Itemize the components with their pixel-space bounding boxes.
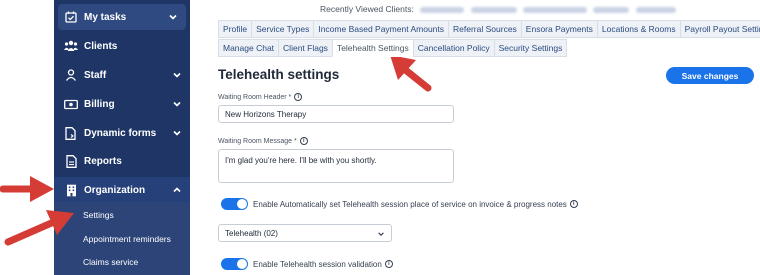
- sidebar-item-label: Dynamic forms: [84, 127, 157, 139]
- tab-income-based-payment-amounts[interactable]: Income Based Payment Amounts: [313, 20, 449, 38]
- annotation-arrow-organization: [0, 176, 54, 202]
- annotation-arrow-settings: [4, 210, 74, 246]
- chevron-down-icon: [378, 232, 384, 236]
- tab-locations-rooms[interactable]: Locations & Rooms: [596, 20, 680, 38]
- field-label: Waiting Room Header *: [218, 93, 292, 101]
- tab-manage-chat[interactable]: Manage Chat: [218, 39, 279, 57]
- waiting-room-header-input[interactable]: New Horizons Therapy: [218, 105, 454, 123]
- recent-client-link[interactable]: [593, 6, 630, 13]
- settings-tabs-row-2: Manage Chat Client Flags Telehealth Sett…: [218, 39, 568, 57]
- waiting-room-header-label: Waiting Room Header * i: [218, 93, 303, 101]
- sidebar-item-label: Organization: [84, 184, 146, 196]
- billing-icon: [64, 97, 78, 111]
- dynamic-forms-icon: [64, 126, 78, 140]
- toggle-knob: [237, 259, 247, 269]
- info-icon[interactable]: i: [294, 93, 303, 101]
- users-icon: [64, 39, 78, 53]
- submenu-item-appointment-reminders[interactable]: Appointment reminders: [83, 234, 171, 244]
- recent-client-link[interactable]: [420, 6, 465, 13]
- session-validation-row: Enable Telehealth session validation i: [221, 258, 393, 270]
- tab-ensora-payments[interactable]: Ensora Payments: [520, 20, 597, 38]
- tab-profile[interactable]: Profile: [218, 20, 252, 38]
- session-validation-toggle[interactable]: [221, 258, 248, 270]
- toggle-label: Enable Telehealth session validation: [253, 259, 382, 269]
- select-value: Telehealth (02): [225, 228, 278, 238]
- auto-place-of-service-toggle[interactable]: [221, 198, 248, 210]
- tab-service-types[interactable]: Service Types: [251, 20, 314, 38]
- tab-telehealth-settings[interactable]: Telehealth Settings: [331, 39, 413, 57]
- tab-payroll-payout-settings[interactable]: Payroll Payout Settings: [679, 20, 760, 38]
- submenu-item-claims-service[interactable]: Claims service: [83, 257, 138, 267]
- sidebar-item-label: My tasks: [84, 11, 127, 23]
- tab-client-flags[interactable]: Client Flags: [278, 39, 332, 57]
- recent-client-link[interactable]: [523, 6, 587, 13]
- info-icon[interactable]: i: [299, 137, 308, 145]
- chevron-up-icon: [173, 187, 181, 193]
- submenu-item-settings[interactable]: Settings: [83, 210, 114, 220]
- recent-client-link[interactable]: [470, 6, 517, 13]
- settings-tabs-row-1: Profile Service Types Income Based Payme…: [218, 20, 760, 38]
- sidebar-item-clients[interactable]: Clients: [54, 33, 190, 59]
- tab-security-settings[interactable]: Security Settings: [493, 39, 568, 57]
- sidebar-item-staff[interactable]: Staff: [54, 62, 190, 88]
- chevron-down-icon: [169, 14, 177, 20]
- place-of-service-select[interactable]: Telehealth (02): [218, 224, 392, 242]
- annotation-arrow-telehealth-tab: [390, 55, 432, 92]
- chevron-down-icon: [173, 101, 181, 107]
- waiting-room-message-textarea[interactable]: I'm glad you're here. I'll be with you s…: [218, 149, 454, 183]
- sidebar-item-label: Clients: [84, 40, 118, 52]
- auto-place-of-service-row: Enable Automatically set Telehealth sess…: [221, 198, 578, 210]
- waiting-room-message-label: Waiting Room Message * i: [218, 137, 308, 145]
- page-title: Telehealth settings: [218, 67, 340, 82]
- sidebar-item-label: Billing: [84, 98, 115, 110]
- recent-client-link[interactable]: [635, 6, 676, 13]
- sidebar-item-organization[interactable]: Organization: [54, 177, 190, 203]
- save-changes-button[interactable]: Save changes: [666, 67, 754, 84]
- sidebar-item-label: Staff: [84, 69, 107, 81]
- reports-icon: [64, 154, 78, 168]
- tab-cancellation-policy[interactable]: Cancellation Policy: [412, 39, 494, 57]
- info-icon[interactable]: i: [384, 260, 393, 268]
- sidebar-item-dynamic-forms[interactable]: Dynamic forms: [54, 120, 190, 146]
- toggle-knob: [237, 199, 247, 209]
- toggle-label: Enable Automatically set Telehealth sess…: [253, 199, 567, 209]
- building-icon: [64, 183, 78, 197]
- chevron-down-icon: [173, 130, 181, 136]
- recently-viewed-label: Recently Viewed Clients:: [320, 4, 414, 14]
- sidebar-item-billing[interactable]: Billing: [54, 91, 190, 117]
- chevron-down-icon: [173, 72, 181, 78]
- staff-icon: [64, 68, 78, 82]
- info-icon[interactable]: i: [569, 200, 578, 208]
- sidebar-item-my-tasks[interactable]: My tasks: [58, 4, 186, 30]
- recently-viewed-clients: Recently Viewed Clients:: [320, 4, 676, 14]
- tab-referral-sources[interactable]: Referral Sources: [448, 20, 521, 38]
- calendar-check-icon: [64, 10, 78, 24]
- sidebar-item-label: Reports: [84, 155, 122, 167]
- sidebar-item-reports[interactable]: Reports: [54, 148, 190, 174]
- field-label: Waiting Room Message *: [218, 137, 297, 145]
